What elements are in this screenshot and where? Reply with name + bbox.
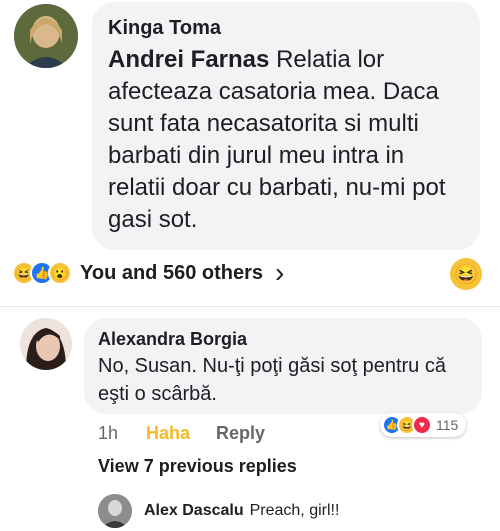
reactions-summary[interactable]: 😆 👍 😮 You and 560 others ›	[12, 258, 284, 288]
reply-button[interactable]: Reply	[216, 423, 265, 444]
comment-bubble-kinga: Kinga Toma Andrei Farnas Relatia lor afe…	[92, 2, 480, 250]
avatar-kinga-toma[interactable]	[14, 4, 78, 68]
profile-photo-icon	[14, 4, 78, 68]
heart-icon: ♥	[412, 415, 432, 435]
avatar-alexandra-borgia[interactable]	[20, 318, 72, 370]
reactions-summary-text: You and 560 others	[80, 261, 264, 284]
reply-author-name[interactable]: Alex Dascalu	[144, 502, 244, 520]
comment-body: Andrei Farnas Relatia lor afecteaza casa…	[108, 44, 462, 236]
chevron-right-icon[interactable]: ›	[275, 259, 284, 287]
comment-author-name[interactable]: Kinga Toma	[108, 16, 462, 40]
avatar-alex-dascalu[interactable]	[98, 494, 132, 528]
mention-link[interactable]: Andrei Farnas	[108, 46, 269, 73]
section-divider	[0, 306, 500, 307]
view-previous-replies-link[interactable]: View 7 previous replies	[98, 456, 297, 477]
comment-text: No, Susan. Nu-ţi poţi găsi soţ pentru că…	[98, 355, 446, 405]
haha-reaction-button[interactable]: 😆	[450, 258, 482, 290]
comment-actions: 1h Haha Reply	[98, 422, 265, 444]
profile-photo-icon	[20, 318, 72, 370]
wow-icon: 😮	[48, 261, 72, 285]
comment-text: Relatia lor afecteaza casatoria mea. Dac…	[108, 46, 446, 233]
comment-reactions-badge[interactable]: 👍 😆 ♥ 115	[380, 413, 467, 437]
reply-text: Preach, girl!!	[249, 502, 340, 519]
reply-row: Alex Dascalu Preach, girl!!	[144, 502, 339, 520]
reaction-count: 115	[436, 417, 459, 433]
comment-bubble-alexandra: Alexandra Borgia No, Susan. Nu-ţi poţi g…	[84, 318, 482, 414]
haha-reaction-link[interactable]: Haha	[146, 423, 190, 444]
comment-timestamp[interactable]: 1h	[98, 423, 118, 444]
comment-author-name[interactable]: Alexandra Borgia	[98, 328, 466, 350]
profile-photo-icon	[98, 494, 132, 528]
